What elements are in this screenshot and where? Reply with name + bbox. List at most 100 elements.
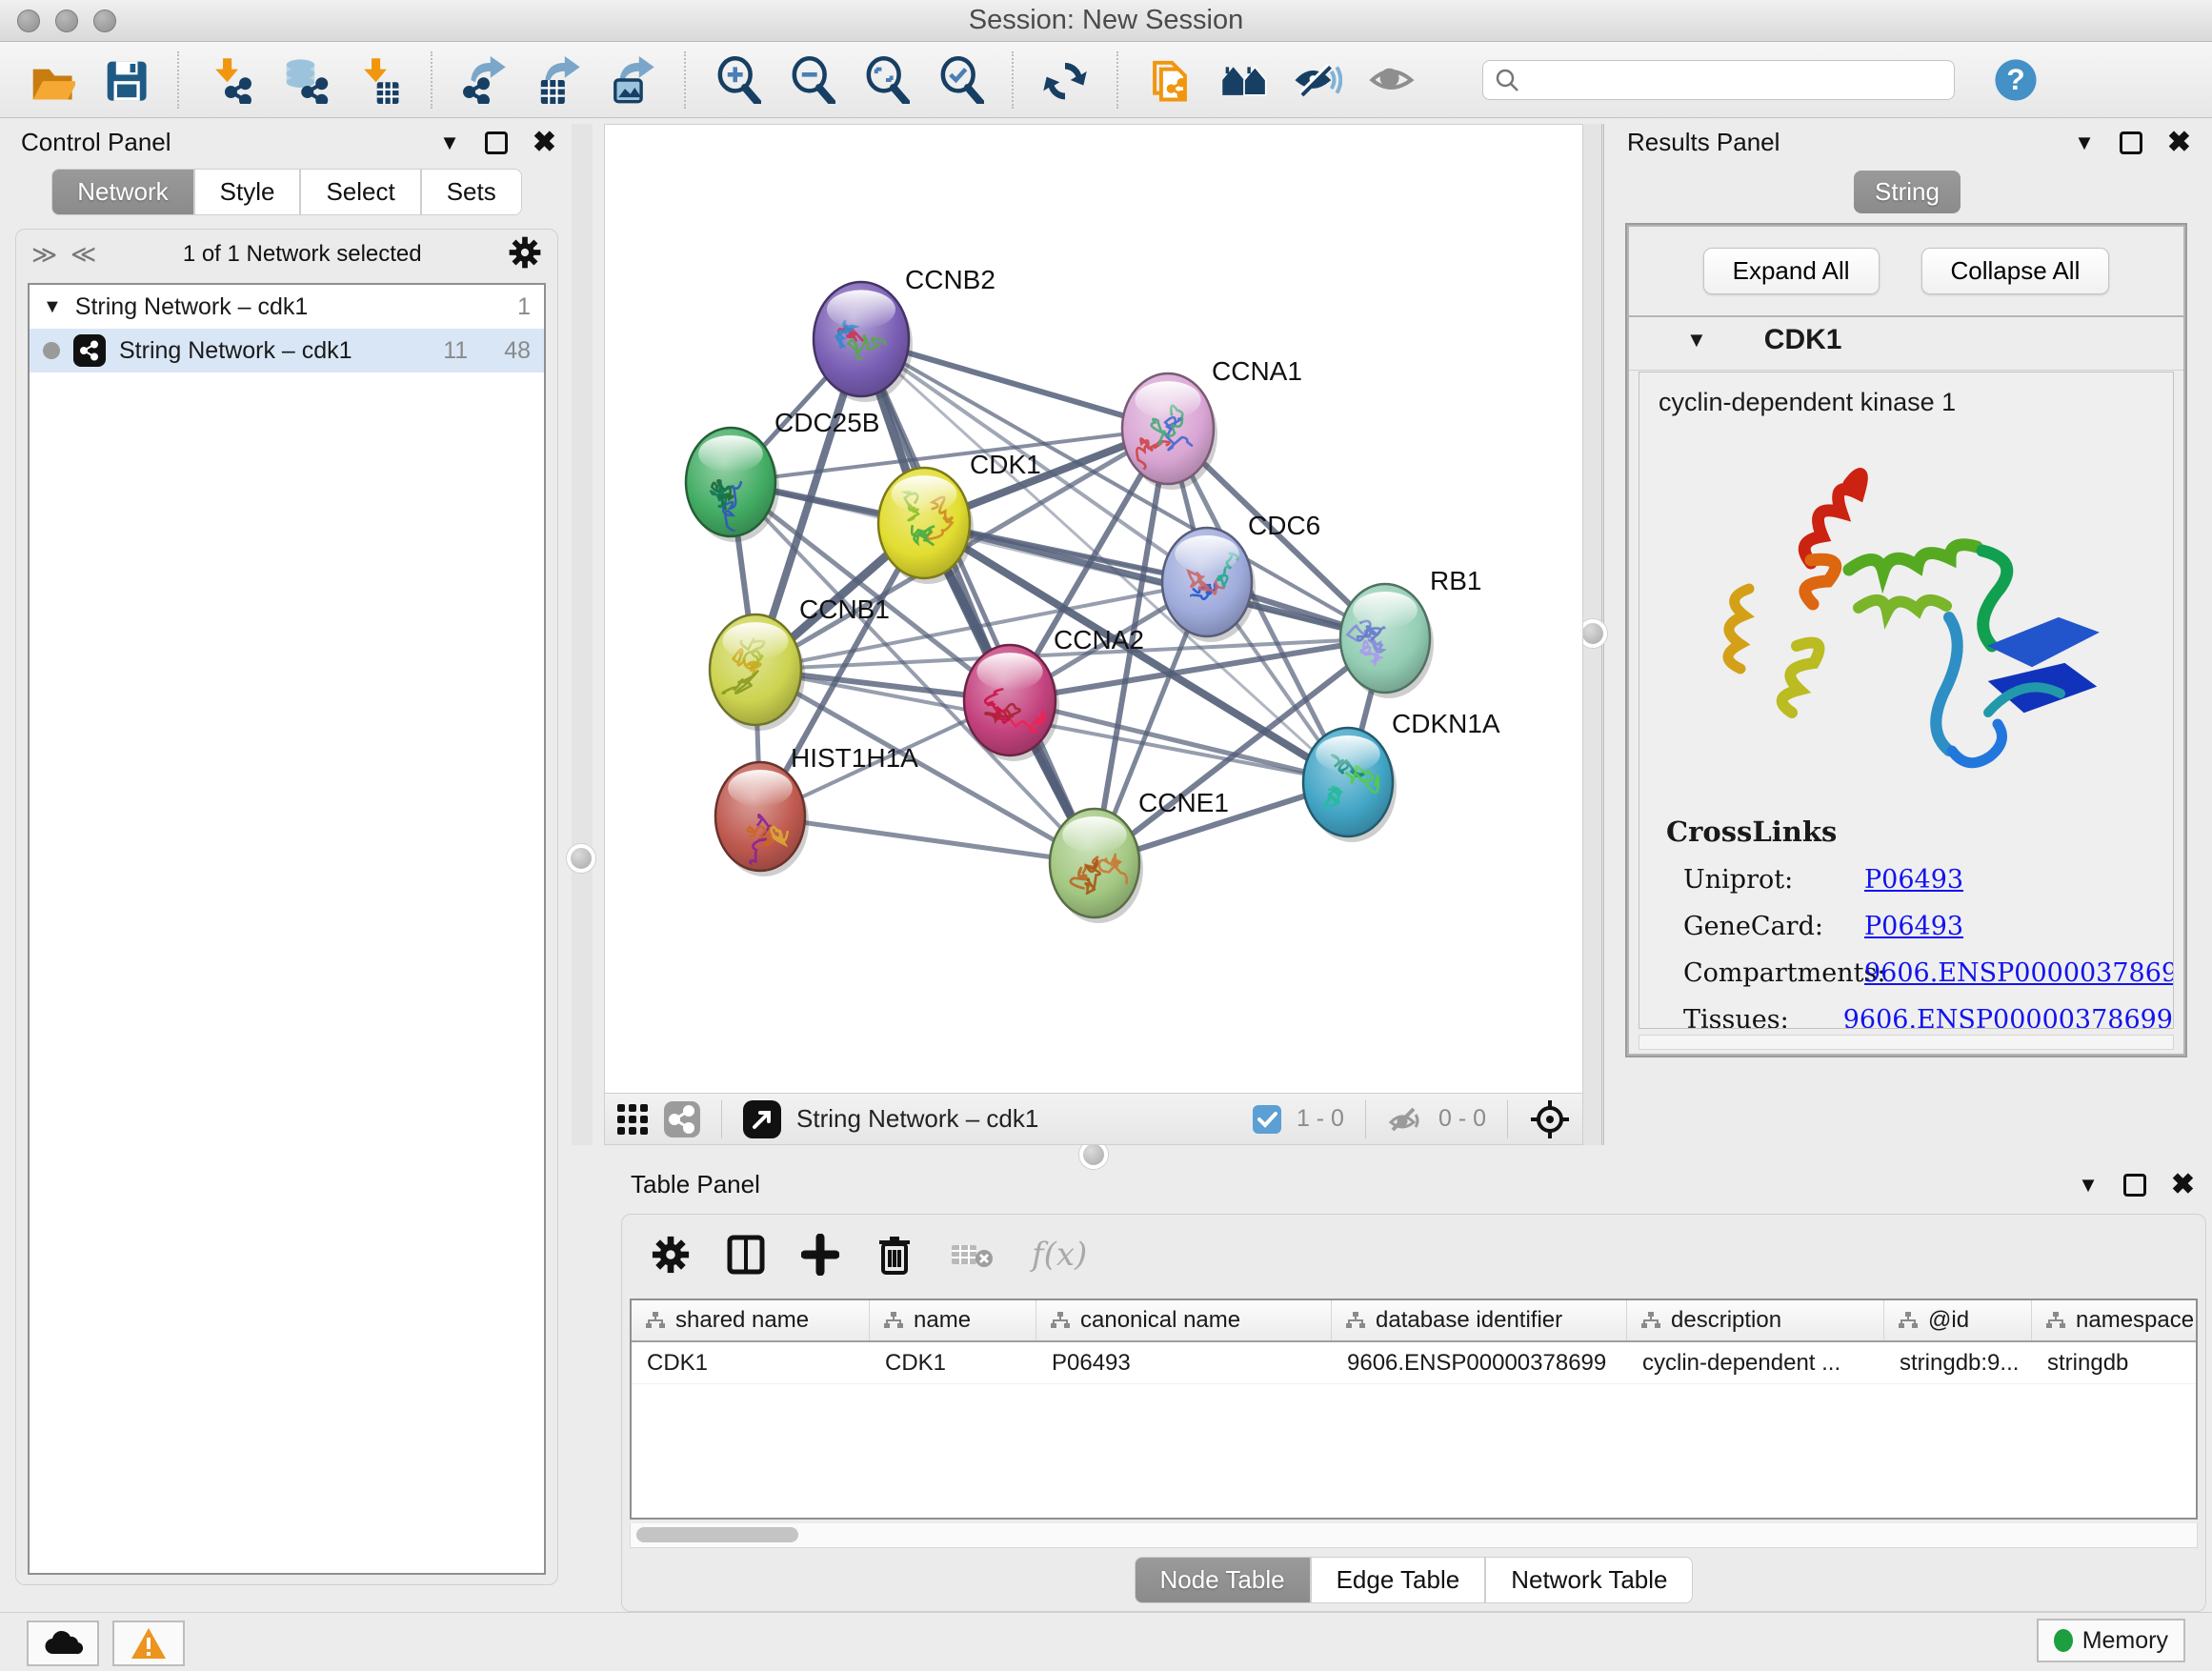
open-session-button[interactable] <box>27 55 76 105</box>
collapse-all-networks-icon[interactable]: ≫ <box>31 240 55 270</box>
node-CDC6[interactable]: CDC6 <box>1162 511 1320 642</box>
column-header-database-identifier[interactable]: database identifier <box>1332 1300 1627 1340</box>
show-all-button[interactable] <box>1368 55 1418 105</box>
tab-network-table[interactable]: Network Table <box>1485 1557 1693 1603</box>
network-row[interactable]: String Network – cdk1 11 48 <box>30 329 544 372</box>
column-header-id[interactable]: @id <box>1884 1300 2032 1340</box>
table-row[interactable]: CDK1CDK1P064939606.ENSP00000378699cyclin… <box>632 1342 2196 1384</box>
table-cell[interactable]: stringdb <box>2032 1342 2198 1383</box>
tab-string[interactable]: String <box>1854 171 1961 213</box>
table-hscrollbar-thumb[interactable] <box>636 1527 798 1542</box>
search-input[interactable] <box>1519 67 1942 93</box>
node-table[interactable]: shared namenamecanonical namedatabase id… <box>630 1299 2198 1520</box>
gene-section-header[interactable]: ▼ CDK1 <box>1629 311 2183 371</box>
column-header-canonical-name[interactable]: canonical name <box>1036 1300 1332 1340</box>
import-database-button[interactable] <box>280 55 330 105</box>
help-button[interactable]: ? <box>1991 55 2041 105</box>
node-CCNE1[interactable]: CCNE1 <box>1050 788 1229 923</box>
tab-style[interactable]: Style <box>194 169 301 215</box>
left-splitter-handle[interactable] <box>567 844 595 873</box>
expand-all-button[interactable]: Expand All <box>1703 248 1880 294</box>
column-header-namespace[interactable]: namespace <box>2032 1300 2198 1340</box>
zoom-window-button[interactable] <box>93 10 116 32</box>
delete-column-icon[interactable] <box>875 1233 914 1277</box>
warnings-button[interactable] <box>112 1621 185 1666</box>
results-panel-float-icon[interactable] <box>2120 131 2142 154</box>
collection-expander-icon[interactable]: ▼ <box>43 296 62 318</box>
zoom-in-button[interactable] <box>713 55 762 105</box>
edge[interactable] <box>924 523 1385 638</box>
column-header-name[interactable]: name <box>870 1300 1036 1340</box>
gene-expander-icon[interactable]: ▼ <box>1686 328 1707 352</box>
close-window-button[interactable] <box>17 10 40 32</box>
crosslink-link[interactable]: P06493 <box>1864 912 1963 941</box>
column-header-shared-name[interactable]: shared name <box>632 1300 870 1340</box>
export-image-button[interactable] <box>608 55 657 105</box>
tab-sets[interactable]: Sets <box>421 169 522 215</box>
crosshair-icon[interactable] <box>1529 1098 1571 1140</box>
hidden-eye-icon[interactable] <box>1387 1103 1423 1136</box>
selected-checkbox-icon[interactable] <box>1253 1105 1281 1134</box>
minimize-window-button[interactable] <box>55 10 78 32</box>
show-columns-icon[interactable] <box>727 1234 765 1276</box>
network-options-gear-icon[interactable] <box>508 235 542 274</box>
network-share-icon[interactable] <box>664 1101 700 1137</box>
control-panel-float-icon[interactable] <box>485 131 508 154</box>
window-controls[interactable] <box>17 10 116 32</box>
zoom-fit-button[interactable] <box>861 55 911 105</box>
home-button[interactable] <box>1219 55 1269 105</box>
node-CCNB2[interactable]: CCNB2 <box>814 265 995 402</box>
birdseye-view-icon[interactable] <box>743 1100 781 1138</box>
table-cell[interactable]: 9606.ENSP00000378699 <box>1332 1342 1627 1383</box>
tab-select[interactable]: Select <box>300 169 420 215</box>
tab-edge-table[interactable]: Edge Table <box>1311 1557 1486 1603</box>
table-cell[interactable]: cyclin-dependent ... <box>1627 1342 1884 1383</box>
tab-network[interactable]: Network <box>51 169 193 215</box>
crosslink-link[interactable]: 9606.ENSP00000378699 <box>1864 958 2174 988</box>
collapse-all-button[interactable]: Collapse All <box>1921 248 2110 294</box>
function-builder-icon[interactable]: f(x) <box>1032 1236 1087 1274</box>
right-splitter[interactable] <box>1583 124 1604 1145</box>
table-panel-float-icon[interactable] <box>2123 1174 2146 1197</box>
import-table-button[interactable] <box>354 55 404 105</box>
table-settings-gear-icon[interactable] <box>651 1235 691 1275</box>
table-panel-menu-icon[interactable]: ▼ <box>2078 1173 2099 1198</box>
table-hscrollbar[interactable] <box>630 1523 2198 1548</box>
save-session-button[interactable] <box>101 55 151 105</box>
expand-all-networks-icon[interactable]: ≫ <box>72 240 96 270</box>
zoom-out-button[interactable] <box>787 55 836 105</box>
table-panel-close-icon[interactable]: ✖ <box>2171 1174 2195 1197</box>
clone-network-button[interactable] <box>1145 55 1195 105</box>
crosslink-link[interactable]: P06493 <box>1864 865 1963 895</box>
table-cell[interactable]: CDK1 <box>870 1342 1036 1383</box>
export-network-button[interactable] <box>459 55 509 105</box>
results-panel-menu-icon[interactable]: ▼ <box>2074 131 2095 155</box>
results-panel-close-icon[interactable]: ✖ <box>2167 131 2191 154</box>
memory-button[interactable]: Memory <box>2037 1619 2185 1662</box>
cloud-button[interactable] <box>27 1621 99 1666</box>
tab-node-table[interactable]: Node Table <box>1135 1557 1311 1603</box>
table-cell[interactable]: CDK1 <box>632 1342 870 1383</box>
network-canvas[interactable]: CCNB2 CCNA1 CDC25B CDK1 CDC6 RB1 <box>604 124 1583 1094</box>
node-CDKN1A[interactable]: CDKN1A <box>1303 709 1500 842</box>
delete-table-icon[interactable] <box>950 1238 995 1272</box>
export-table-button[interactable] <box>533 55 583 105</box>
bottom-splitter[interactable] <box>604 1143 1583 1166</box>
edge[interactable] <box>760 816 1095 863</box>
results-scrollbar[interactable] <box>1639 1035 2174 1050</box>
node-RB1[interactable]: RB1 <box>1340 566 1481 698</box>
control-panel-close-icon[interactable]: ✖ <box>533 131 556 154</box>
control-panel-menu-icon[interactable]: ▼ <box>439 131 460 155</box>
hide-selected-button[interactable] <box>1294 55 1343 105</box>
network-collection-row[interactable]: ▼ String Network – cdk1 1 <box>30 285 544 329</box>
table-cell[interactable]: stringdb:9... <box>1884 1342 2032 1383</box>
left-splitter[interactable] <box>572 124 593 1145</box>
zoom-selected-button[interactable] <box>935 55 985 105</box>
refresh-button[interactable] <box>1040 55 1090 105</box>
search-box[interactable] <box>1482 60 1955 100</box>
node-HIST1H1A[interactable]: HIST1H1A <box>715 743 918 879</box>
add-column-icon[interactable] <box>801 1234 839 1276</box>
column-header-description[interactable]: description <box>1627 1300 1884 1340</box>
import-network-button[interactable] <box>206 55 255 105</box>
grid-view-icon[interactable] <box>616 1103 649 1136</box>
